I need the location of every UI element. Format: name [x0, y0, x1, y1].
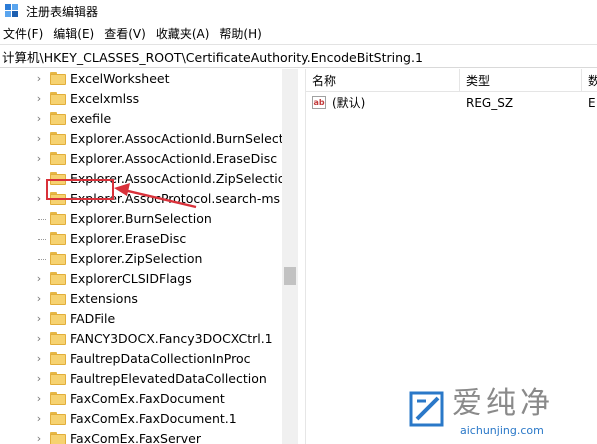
chevron-right-icon[interactable]: › — [34, 73, 44, 85]
annotation-highlight-box — [46, 179, 114, 200]
chevron-right-icon[interactable]: › — [34, 333, 44, 345]
tree-item[interactable]: › FaxComEx.FaxDocument — [0, 389, 282, 409]
column-header-type[interactable]: 类型 — [460, 69, 582, 91]
folder-icon — [50, 272, 66, 285]
tree-item[interactable]: Explorer.ZipSelection — [0, 249, 282, 269]
folder-icon — [50, 252, 66, 265]
chevron-right-icon[interactable]: › — [34, 433, 44, 444]
folder-icon — [50, 432, 66, 444]
tree-item-label: Explorer.AssocActionId.EraseDisc — [70, 151, 278, 166]
tree-item-label: FANCY3DOCX.Fancy3DOCXCtrl.1 — [70, 331, 273, 346]
value-data: E — [588, 96, 596, 110]
chevron-right-icon[interactable]: › — [34, 133, 44, 145]
tree-item-label: Explorer.ZipSelection — [70, 251, 203, 266]
folder-icon — [50, 352, 66, 365]
tree-item-label: Excelxmlss — [70, 91, 140, 106]
tree-item[interactable]: › FADFile — [0, 309, 282, 329]
tree-scrollbar[interactable] — [282, 69, 298, 444]
tree-item[interactable]: › FaxComEx.FaxServer — [0, 429, 282, 444]
string-value-icon: ab — [312, 96, 326, 109]
tree-item[interactable]: › Explorer.AssocActionId.EraseDisc — [0, 149, 282, 169]
chevron-right-icon[interactable]: › — [34, 173, 44, 185]
tree-item[interactable]: › ExplorerCLSIDFlags — [0, 269, 282, 289]
chevron-right-icon[interactable]: › — [34, 113, 44, 125]
regedit-app-icon — [4, 3, 20, 19]
folder-icon — [50, 312, 66, 325]
key-tree-pane[interactable]: › ExcelWorksheet › Excelxmlss › exefile › Explo… — [0, 69, 298, 444]
tree-scrollbar-thumb[interactable] — [284, 267, 296, 285]
window-title: 注册表编辑器 — [26, 4, 99, 19]
tree-item[interactable]: › exefile — [0, 109, 282, 129]
chevron-right-icon[interactable]: › — [34, 393, 44, 405]
folder-icon — [50, 212, 66, 225]
menu-file[interactable]: 文件(F) — [0, 25, 48, 42]
chevron-right-icon[interactable]: › — [34, 373, 44, 385]
watermark: 爱纯净 aichunjing.com — [402, 383, 597, 444]
tree-item-label: ExplorerCLSIDFlags — [70, 271, 192, 286]
tree-item-label: FADFile — [70, 311, 116, 326]
tree-item[interactable]: Explorer.EraseDisc — [0, 229, 282, 249]
watermark-logo-icon — [409, 391, 444, 427]
folder-icon — [50, 392, 66, 405]
tree-item-label: FaxComEx.FaxServer — [70, 431, 202, 444]
folder-icon — [50, 72, 66, 85]
tree-item-label: ExcelWorksheet — [70, 71, 170, 86]
tree-connector-line — [38, 239, 46, 240]
chevron-right-icon[interactable]: › — [34, 273, 44, 285]
folder-icon — [50, 412, 66, 425]
value-row[interactable]: ab (默认) REG_SZ E — [306, 93, 597, 113]
tree-item[interactable]: › FaxComEx.FaxDocument.1 — [0, 409, 282, 429]
watermark-brand: 爱纯净 — [452, 386, 554, 421]
chevron-right-icon[interactable]: › — [34, 353, 44, 365]
tree-item-label: Extensions — [70, 291, 138, 306]
chevron-right-icon[interactable]: › — [34, 413, 44, 425]
folder-icon — [50, 372, 66, 385]
menu-bar: 文件(F) 编辑(E) 查看(V) 收藏夹(A) 帮助(H) — [0, 22, 597, 44]
tree-item[interactable]: › Explorer.AssocActionId.BurnSelection — [0, 129, 298, 149]
tree-item-label: Explorer.AssocActionId.BurnSelection — [70, 131, 298, 146]
menu-favorites[interactable]: 收藏夹(A) — [153, 25, 215, 42]
folder-icon — [50, 232, 66, 245]
chevron-right-icon[interactable]: › — [34, 193, 44, 205]
tree-item-label: exefile — [70, 111, 112, 126]
value-name: (默认) — [332, 96, 366, 110]
tree-item-label: FaultrepElevatedDataCollection — [70, 371, 267, 386]
watermark-url: aichunjing.com — [460, 424, 544, 437]
tree-connector-line — [38, 219, 46, 220]
folder-icon — [50, 92, 66, 105]
annotation-arrow-icon — [114, 183, 197, 209]
address-path: 计算机\HKEY_CLASSES_ROOT\CertificateAuthori… — [2, 49, 423, 65]
tree-item-label: FaxComEx.FaxDocument — [70, 391, 225, 406]
tree-item-label: FaultrepDataCollectionInProc — [70, 351, 251, 366]
folder-icon — [50, 132, 66, 145]
title-bar: 注册表编辑器 — [0, 0, 597, 22]
tree-item[interactable]: › Extensions — [0, 289, 282, 309]
column-header-name[interactable]: 名称 — [306, 69, 460, 91]
tree-item-label: FaxComEx.FaxDocument.1 — [70, 411, 237, 426]
menu-help[interactable]: 帮助(H) — [216, 25, 266, 42]
tree-connector-line — [38, 259, 46, 260]
tree-item-label: Explorer.EraseDisc — [70, 231, 187, 246]
address-bar[interactable]: 计算机\HKEY_CLASSES_ROOT\CertificateAuthori… — [0, 44, 597, 68]
tree-item[interactable]: › ExcelWorksheet — [0, 69, 282, 89]
tree-item[interactable]: › FaultrepElevatedDataCollection — [0, 369, 282, 389]
menu-edit[interactable]: 编辑(E) — [50, 25, 99, 42]
folder-icon — [50, 332, 66, 345]
chevron-right-icon[interactable]: › — [34, 153, 44, 165]
tree-item[interactable]: › FANCY3DOCX.Fancy3DOCXCtrl.1 — [0, 329, 282, 349]
folder-icon — [50, 112, 66, 125]
value-type: REG_SZ — [466, 96, 514, 110]
chevron-right-icon[interactable]: › — [34, 293, 44, 305]
menu-view[interactable]: 查看(V) — [101, 25, 151, 42]
tree-item[interactable]: › Excelxmlss — [0, 89, 282, 109]
folder-icon — [50, 152, 66, 165]
chevron-right-icon[interactable]: › — [34, 93, 44, 105]
chevron-right-icon[interactable]: › — [34, 313, 44, 325]
folder-icon — [50, 292, 66, 305]
pane-splitter[interactable] — [298, 69, 306, 444]
column-header-data[interactable]: 数据 — [582, 69, 597, 91]
tree-item[interactable]: › FaultrepDataCollectionInProc — [0, 349, 282, 369]
